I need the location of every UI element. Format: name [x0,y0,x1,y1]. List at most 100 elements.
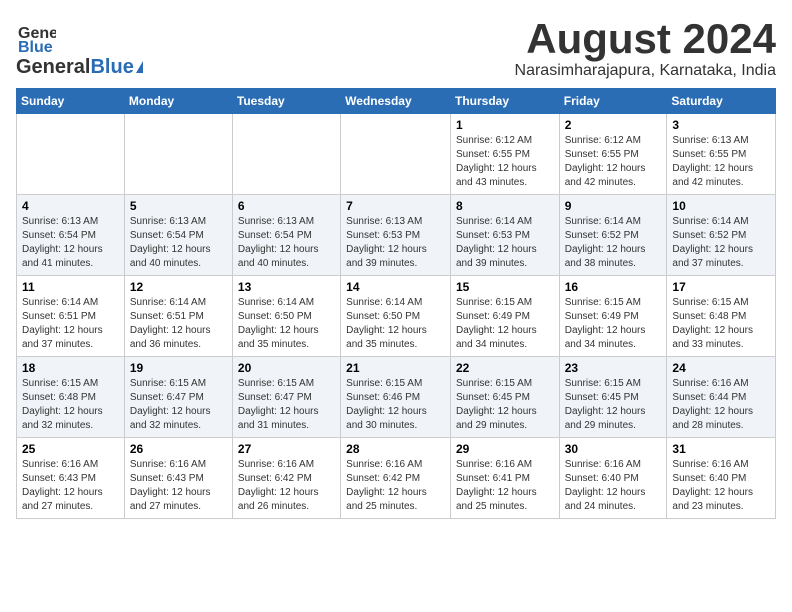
day-info: Sunrise: 6:15 AMSunset: 6:48 PMDaylight:… [672,296,770,352]
day-cell: 13Sunrise: 6:14 AMSunset: 6:50 PMDayligh… [232,276,340,357]
day-info: Sunrise: 6:15 AMSunset: 6:48 PMDaylight:… [22,377,119,433]
day-info: Sunrise: 6:15 AMSunset: 6:45 PMDaylight:… [456,377,554,433]
day-info: Sunrise: 6:16 AMSunset: 6:43 PMDaylight:… [130,458,227,514]
day-number: 26 [130,442,227,456]
header-cell-monday: Monday [124,89,232,114]
day-info: Sunrise: 6:15 AMSunset: 6:49 PMDaylight:… [565,296,662,352]
day-info: Sunrise: 6:16 AMSunset: 6:41 PMDaylight:… [456,458,554,514]
logo: General Blue General Blue [16,16,143,79]
day-number: 6 [238,199,335,213]
header-row: SundayMondayTuesdayWednesdayThursdayFrid… [17,89,776,114]
day-info: Sunrise: 6:13 AMSunset: 6:53 PMDaylight:… [346,215,445,271]
header-cell-sunday: Sunday [17,89,125,114]
day-number: 27 [238,442,335,456]
day-number: 2 [565,118,662,132]
day-number: 29 [456,442,554,456]
day-cell: 8 Sunrise: 6:14 AMSunset: 6:53 PMDaylight… [450,195,559,276]
day-info: Sunrise: 6:15 AMSunset: 6:47 PMDaylight:… [130,377,227,433]
day-cell: 1 Sunrise: 6:12 AMSunset: 6:55 PMDaylight… [450,114,559,195]
location-title: Narasimharajapura, Karnataka, India [515,62,776,80]
day-cell: 5 Sunrise: 6:13 AMSunset: 6:54 PMDaylight… [124,195,232,276]
day-cell: 29 Sunrise: 6:16 AMSunset: 6:41 PMDayligh… [450,438,559,519]
day-number: 28 [346,442,445,456]
day-info: Sunrise: 6:14 AMSunset: 6:52 PMDaylight:… [565,215,662,271]
day-cell: 24Sunrise: 6:16 AMSunset: 6:44 PMDayligh… [667,357,776,438]
day-cell: 20Sunrise: 6:15 AMSunset: 6:47 PMDayligh… [232,357,340,438]
day-number: 11 [22,280,119,294]
day-number: 18 [22,361,119,375]
day-cell: 4Sunrise: 6:13 AMSunset: 6:54 PMDaylight… [17,195,125,276]
day-number: 10 [672,199,770,213]
day-info: Sunrise: 6:13 AMSunset: 6:54 PMDaylight:… [22,215,119,271]
calendar-header: SundayMondayTuesdayWednesdayThursdayFrid… [17,89,776,114]
day-cell: 25 Sunrise: 6:16 AMSunset: 6:43 PMDayligh… [17,438,125,519]
day-info: Sunrise: 6:14 AMSunset: 6:53 PMDaylight:… [456,215,554,271]
day-info: Sunrise: 6:13 AMSunset: 6:54 PMDaylight:… [130,215,227,271]
day-info: Sunrise: 6:16 AMSunset: 6:43 PMDaylight:… [22,458,119,514]
day-cell: 11 Sunrise: 6:14 AMSunset: 6:51 PMDayligh… [17,276,125,357]
svg-text:Blue: Blue [18,39,53,56]
calendar-table: SundayMondayTuesdayWednesdayThursdayFrid… [16,88,776,519]
day-info: Sunrise: 6:14 AMSunset: 6:51 PMDaylight:… [22,296,119,352]
day-cell: 21 Sunrise: 6:15 AMSunset: 6:46 PMDayligh… [341,357,451,438]
day-number: 30 [565,442,662,456]
day-number: 3 [672,118,770,132]
day-info: Sunrise: 6:16 AMSunset: 6:42 PMDaylight:… [346,458,445,514]
month-title: August 2024 [515,16,776,62]
day-cell [232,114,340,195]
day-cell: 26 Sunrise: 6:16 AMSunset: 6:43 PMDayligh… [124,438,232,519]
day-cell: 28 Sunrise: 6:16 AMSunset: 6:42 PMDayligh… [341,438,451,519]
day-info: Sunrise: 6:12 AMSunset: 6:55 PMDaylight:… [456,134,554,190]
day-cell: 12 Sunrise: 6:14 AMSunset: 6:51 PMDayligh… [124,276,232,357]
week-row-4: 18 Sunrise: 6:15 AMSunset: 6:48 PMDayligh… [17,357,776,438]
week-row-5: 25 Sunrise: 6:16 AMSunset: 6:43 PMDayligh… [17,438,776,519]
header-cell-friday: Friday [559,89,667,114]
day-number: 25 [22,442,119,456]
day-number: 7 [346,199,445,213]
day-number: 15 [456,280,554,294]
day-number: 12 [130,280,227,294]
day-cell [124,114,232,195]
week-row-3: 11 Sunrise: 6:14 AMSunset: 6:51 PMDayligh… [17,276,776,357]
day-number: 9 [565,199,662,213]
day-info: Sunrise: 6:15 AMSunset: 6:46 PMDaylight:… [346,377,445,433]
logo-icon: General Blue [16,16,56,56]
day-cell: 7 Sunrise: 6:13 AMSunset: 6:53 PMDaylight… [341,195,451,276]
day-info: Sunrise: 6:14 AMSunset: 6:50 PMDaylight:… [238,296,335,352]
day-info: Sunrise: 6:15 AMSunset: 6:49 PMDaylight:… [456,296,554,352]
day-info: Sunrise: 6:13 AMSunset: 6:55 PMDaylight:… [672,134,770,190]
day-number: 14 [346,280,445,294]
day-cell: 6 Sunrise: 6:13 AMSunset: 6:54 PMDaylight… [232,195,340,276]
title-area: August 2024 Narasimharajapura, Karnataka… [515,16,776,80]
day-cell: 31Sunrise: 6:16 AMSunset: 6:40 PMDayligh… [667,438,776,519]
day-number: 21 [346,361,445,375]
day-info: Sunrise: 6:14 AMSunset: 6:52 PMDaylight:… [672,215,770,271]
day-cell: 15 Sunrise: 6:15 AMSunset: 6:49 PMDayligh… [450,276,559,357]
logo-blue: Blue [90,56,133,79]
day-number: 5 [130,199,227,213]
day-cell: 9 Sunrise: 6:14 AMSunset: 6:52 PMDaylight… [559,195,667,276]
day-number: 17 [672,280,770,294]
header-cell-tuesday: Tuesday [232,89,340,114]
day-cell: 23Sunrise: 6:15 AMSunset: 6:45 PMDayligh… [559,357,667,438]
day-cell: 27Sunrise: 6:16 AMSunset: 6:42 PMDayligh… [232,438,340,519]
day-info: Sunrise: 6:12 AMSunset: 6:55 PMDaylight:… [565,134,662,190]
day-number: 8 [456,199,554,213]
day-number: 20 [238,361,335,375]
header-cell-thursday: Thursday [450,89,559,114]
day-info: Sunrise: 6:13 AMSunset: 6:54 PMDaylight:… [238,215,335,271]
calendar-body: 1 Sunrise: 6:12 AMSunset: 6:55 PMDaylight… [17,114,776,519]
week-row-1: 1 Sunrise: 6:12 AMSunset: 6:55 PMDaylight… [17,114,776,195]
day-cell: 16Sunrise: 6:15 AMSunset: 6:49 PMDayligh… [559,276,667,357]
day-info: Sunrise: 6:14 AMSunset: 6:50 PMDaylight:… [346,296,445,352]
day-info: Sunrise: 6:14 AMSunset: 6:51 PMDaylight:… [130,296,227,352]
day-number: 31 [672,442,770,456]
day-cell: 14 Sunrise: 6:14 AMSunset: 6:50 PMDayligh… [341,276,451,357]
day-number: 19 [130,361,227,375]
day-cell: 10 Sunrise: 6:14 AMSunset: 6:52 PMDayligh… [667,195,776,276]
day-number: 1 [456,118,554,132]
page-header: General Blue General Blue August 2024 Na… [16,16,776,80]
logo-general: General [16,56,90,79]
day-info: Sunrise: 6:15 AMSunset: 6:45 PMDaylight:… [565,377,662,433]
day-cell [341,114,451,195]
